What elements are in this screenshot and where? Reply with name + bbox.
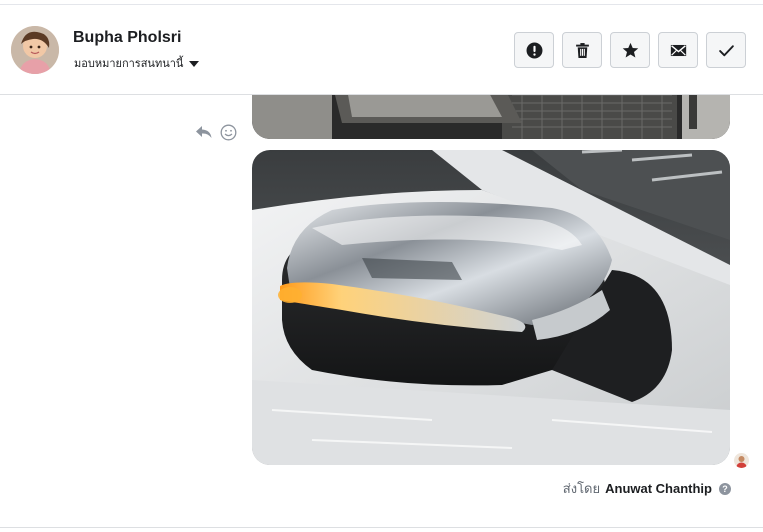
assign-label: มอบหมายการสนทนานี้ xyxy=(74,58,184,70)
envelope-icon xyxy=(670,44,686,56)
conversation-actions xyxy=(514,32,746,68)
contact-name[interactable]: Bupha Pholsri xyxy=(73,29,181,47)
alert-icon xyxy=(526,42,542,58)
smiley-icon xyxy=(220,124,236,140)
conversation-header: Bupha Pholsri มอบหมายการสนทนานี้ xyxy=(0,5,763,95)
attached-image-previous[interactable] xyxy=(252,95,730,139)
attached-image-mirror[interactable] xyxy=(252,150,730,465)
star-button[interactable] xyxy=(610,32,650,68)
assign-conversation-dropdown[interactable]: มอบหมายการสนทนานี้ xyxy=(74,54,200,72)
help-icon[interactable]: ? xyxy=(719,482,731,495)
sent-by-prefix: ส่งโดย xyxy=(562,481,601,496)
sent-by-line: ส่งโดย Anuwat Chanthip ? xyxy=(563,478,731,499)
reply-icon xyxy=(196,126,212,138)
reply-button[interactable] xyxy=(194,123,214,141)
chevron-down-icon xyxy=(189,61,200,67)
sender-avatar[interactable] xyxy=(734,453,749,468)
message-tools xyxy=(194,123,238,141)
trash-icon xyxy=(575,42,589,58)
mark-unread-button[interactable] xyxy=(658,32,698,68)
delete-button[interactable] xyxy=(562,32,602,68)
contact-avatar[interactable] xyxy=(11,26,59,74)
react-button[interactable] xyxy=(218,123,238,141)
check-icon xyxy=(718,44,734,56)
mark-done-button[interactable] xyxy=(706,32,746,68)
composer-divider xyxy=(0,527,763,532)
sent-by-name[interactable]: Anuwat Chanthip xyxy=(605,481,712,496)
mark-spam-button[interactable] xyxy=(514,32,554,68)
message-thread[interactable]: ส่งโดย Anuwat Chanthip ? xyxy=(0,95,763,532)
star-icon xyxy=(622,42,638,58)
